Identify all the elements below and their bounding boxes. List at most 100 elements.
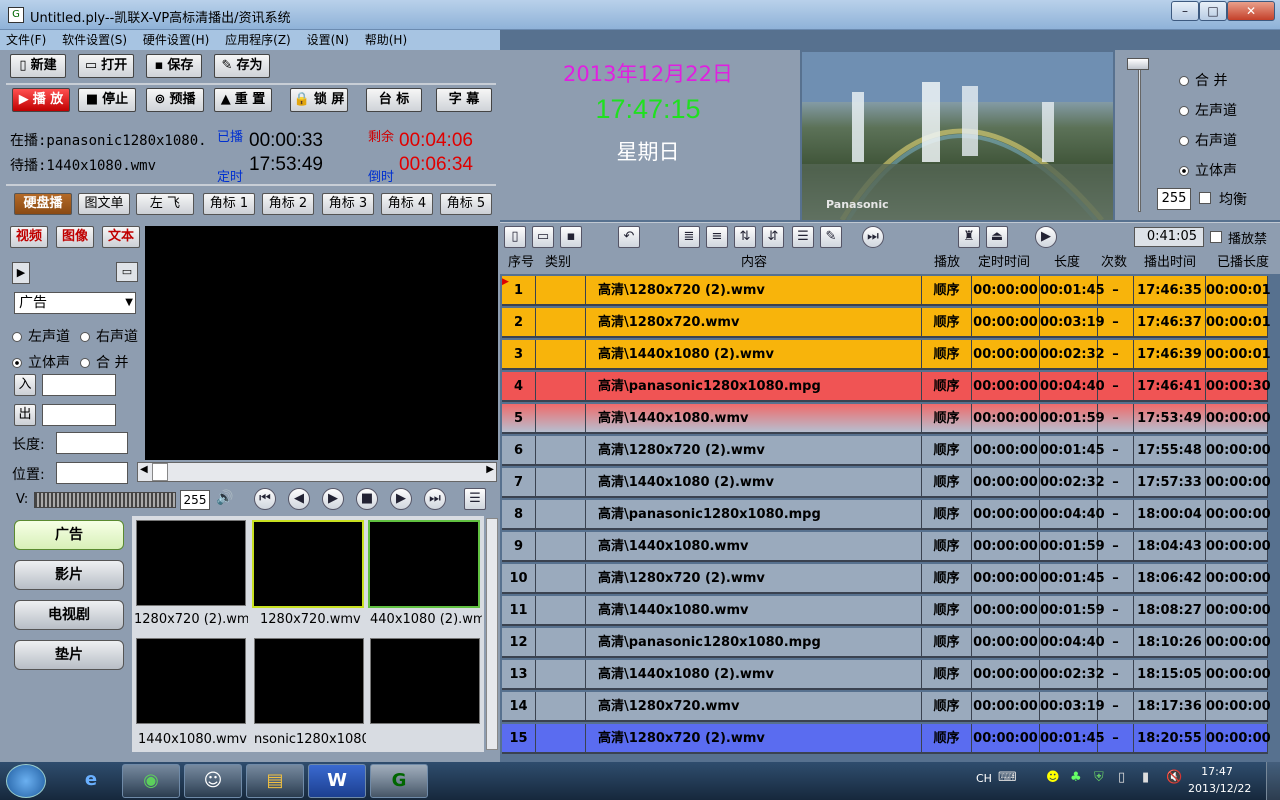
tray-app-icon[interactable]: ♣ [1070, 770, 1082, 785]
tab-corner-3[interactable]: 角标 3 [322, 193, 374, 215]
col-type[interactable]: 类别 [540, 252, 576, 274]
show-desktop-button[interactable] [1266, 762, 1280, 800]
volume-value[interactable]: 255 [180, 490, 210, 510]
save-button[interactable]: ▪ 保存 [146, 54, 202, 78]
last-frame-icon[interactable]: ⏭ [424, 488, 446, 510]
tab-graphic-list[interactable]: 图文单 [78, 193, 130, 215]
ie-icon[interactable]: e [62, 764, 120, 798]
thumbnail[interactable] [368, 520, 480, 608]
edit-list-icon[interactable]: ✎ [820, 226, 842, 248]
table-row[interactable]: 14 高清\1280x720.wmv 顺序 00:00:00 00:03:19–18:1… [502, 692, 1271, 722]
category-select[interactable]: 广告 ▼ [14, 292, 136, 314]
table-row[interactable]: 7 高清\1440x1080 (2).wmv 顺序 00:00:00 00:02:32–… [502, 468, 1271, 498]
list-add-icon[interactable]: ≡ [706, 226, 728, 248]
list-delete-icon[interactable]: ☰ [792, 226, 814, 248]
save-as-button[interactable]: ✎ 存为 [214, 54, 270, 78]
lock-list-icon[interactable]: ♜ [958, 226, 980, 248]
mark-out-field[interactable] [42, 404, 116, 426]
tab-corner-2[interactable]: 角标 2 [262, 193, 314, 215]
clock-date[interactable]: 2013/12/22 [1188, 782, 1251, 795]
close-button[interactable]: ✕ [1227, 1, 1275, 21]
audio-merge-radio[interactable]: 合 并 [1179, 70, 1227, 90]
menu-help[interactable]: 帮助(H) [359, 30, 413, 50]
reset-button[interactable]: ▲ 重 置 [214, 88, 272, 112]
undo-icon[interactable]: ↶ [618, 226, 640, 248]
menu-hardware-settings[interactable]: 硬件设置(H) [137, 30, 215, 50]
media-audio-right-radio[interactable]: 右声道 [80, 326, 138, 346]
tab-text[interactable]: 文本 [102, 226, 140, 248]
length-field[interactable] [56, 432, 128, 454]
add-to-list-icon[interactable]: ☰ [464, 488, 486, 510]
move-down-icon[interactable]: ⇵ [762, 226, 784, 248]
shield-icon[interactable]: ⛨ [1094, 770, 1104, 785]
position-field[interactable] [56, 462, 128, 484]
tab-corner-5[interactable]: 角标 5 [440, 193, 492, 215]
category-ads[interactable]: 广告 [14, 520, 124, 550]
thumbnail[interactable] [254, 638, 364, 724]
language-indicator[interactable]: CH [976, 772, 992, 785]
category-movies[interactable]: 影片 [14, 560, 124, 590]
mark-in-field[interactable] [42, 374, 116, 396]
seek-scrollbar[interactable]: ◀ ▶ [137, 462, 497, 482]
table-row[interactable]: 10 高清\1280x720 (2).wmv 顺序 00:00:00 00:01:45–… [502, 564, 1271, 594]
scroll-left-icon[interactable]: ◀ [140, 464, 148, 475]
start-icon[interactable] [6, 764, 46, 798]
table-row[interactable]: 1 高清\1280x720 (2).wmv 顺序 00:00:00 00:01:45–1… [502, 276, 1271, 306]
thumbnail[interactable] [136, 520, 246, 606]
network-icon[interactable]: ▮ [1142, 770, 1149, 785]
station-logo-button[interactable]: 台 标 [366, 88, 422, 112]
step-forward-icon[interactable]: ▶ [390, 488, 412, 510]
mark-in-button[interactable]: 入 [14, 374, 36, 396]
list-insert-icon[interactable]: ≣ [678, 226, 700, 248]
table-row[interactable]: 12 高清\panasonic1280x1080.mpg 顺序 00:00:00 00:… [502, 628, 1271, 658]
word-icon[interactable]: W [308, 764, 366, 798]
media-audio-merge-radio[interactable]: 合 并 [80, 352, 128, 372]
tab-left-fly[interactable]: 左 飞 [136, 193, 194, 215]
stop-button[interactable]: ■ 停止 [78, 88, 136, 112]
open-folder-icon[interactable]: ▭ [116, 262, 138, 282]
audio-left-radio[interactable]: 左声道 [1179, 100, 1237, 120]
volume-slider-track[interactable] [1138, 58, 1141, 212]
table-row[interactable]: 2 高清\1280x720.wmv 顺序 00:00:00 00:03:19–17:46… [502, 308, 1271, 338]
media-audio-stereo-radio[interactable]: 立体声 [12, 352, 70, 372]
table-row[interactable]: 11 高清\1440x1080.wmv 顺序 00:00:00 00:01:59–18:… [502, 596, 1271, 626]
play-media-icon[interactable]: ▶ [322, 488, 344, 510]
col-timed[interactable]: 定时时间 [970, 252, 1038, 274]
scroll-right-icon[interactable]: ▶ [486, 464, 494, 475]
new-button[interactable]: ▯ 新建 [10, 54, 66, 78]
new-list-icon[interactable]: ▯ [504, 226, 526, 248]
device-icon[interactable]: ▯ [1118, 770, 1125, 785]
balance-checkbox[interactable] [1199, 192, 1211, 204]
volume-muted-icon[interactable]: 🔇 [1166, 770, 1182, 785]
col-length[interactable]: 长度 [1038, 252, 1096, 274]
table-row[interactable]: 9 高清\1440x1080.wmv 顺序 00:00:00 00:01:59–18:0… [502, 532, 1271, 562]
eject-icon[interactable]: ⏏ [986, 226, 1008, 248]
skip-next-icon[interactable]: ⏭ [862, 226, 884, 248]
audio-stereo-radio[interactable]: 立体声 [1179, 160, 1237, 180]
expand-icon[interactable]: ▶ [12, 262, 30, 284]
kailian-icon[interactable]: G [370, 764, 428, 798]
mark-out-button[interactable]: 出 [14, 404, 36, 426]
chat-icon[interactable]: ☺ [184, 764, 242, 798]
tab-corner-4[interactable]: 角标 4 [381, 193, 433, 215]
col-count[interactable]: 次数 [1096, 252, 1132, 274]
table-row[interactable]: 15 高清\1280x720 (2).wmv 顺序 00:00:00 00:01:45–… [502, 724, 1271, 754]
col-no[interactable]: 序号 [504, 252, 538, 274]
app-icon[interactable]: ◉ [122, 764, 180, 798]
table-row[interactable]: 4 高清\panasonic1280x1080.mpg 顺序 00:00:00 00:0… [502, 372, 1271, 402]
maximize-button[interactable]: □ [1199, 1, 1227, 21]
qq-icon[interactable]: ☻ [1046, 770, 1060, 785]
table-row[interactable]: 8 高清\panasonic1280x1080.mpg 顺序 00:00:00 00:0… [502, 500, 1271, 530]
col-play[interactable]: 播放 [922, 252, 972, 274]
play-list-icon[interactable]: ▶ [1035, 226, 1057, 248]
tab-disk-play[interactable]: 硬盘播 [14, 193, 72, 215]
lock-screen-button[interactable]: 🔒 锁 屏 [290, 88, 348, 112]
open-button[interactable]: ▭ 打开 [78, 54, 134, 78]
col-content[interactable]: 内容 [586, 252, 922, 274]
category-tv-series[interactable]: 电视剧 [14, 600, 124, 630]
keyboard-icon[interactable]: ⌨ [998, 770, 1017, 785]
clock-time[interactable]: 17:47 [1188, 765, 1246, 778]
move-up-icon[interactable]: ⇅ [734, 226, 756, 248]
table-row[interactable]: 13 高清\1440x1080 (2).wmv 顺序 00:00:00 00:02:32… [502, 660, 1271, 690]
play-button[interactable]: ▶ 播 放 [12, 88, 70, 112]
